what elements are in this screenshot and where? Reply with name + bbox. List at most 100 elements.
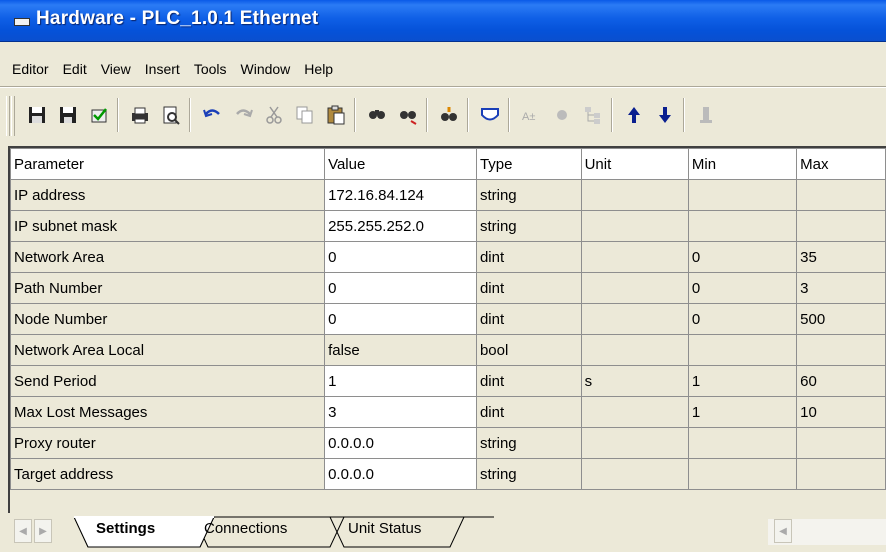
window-icon[interactable] [14, 18, 30, 26]
min-cell: 1 [687, 396, 798, 428]
tab-unit-status[interactable]: Unit Status [348, 520, 421, 537]
type-cell: dint [475, 396, 582, 428]
value-cell[interactable]: 1 [324, 365, 477, 397]
table-row: Network Area 0 dint 0 35 [10, 241, 886, 273]
unit-cell [580, 179, 689, 211]
max-cell: 10 [796, 396, 886, 428]
type-cell: dint [475, 303, 582, 335]
value-cell[interactable]: 255.255.252.0 [324, 210, 477, 242]
pin-button[interactable] [691, 100, 721, 130]
value-cell[interactable]: 172.16.84.124 [324, 179, 477, 211]
parameter-cell: Max Lost Messages [10, 396, 326, 428]
print-preview-icon [163, 106, 180, 125]
tree-button[interactable] [578, 100, 608, 130]
copy-button[interactable] [290, 100, 320, 130]
find-next-button[interactable] [434, 100, 464, 130]
min-cell [687, 458, 798, 490]
hscroll-left-button[interactable]: ◀ [774, 519, 792, 543]
save-button[interactable] [22, 100, 52, 130]
toolbar-separator [189, 98, 191, 132]
tab-scroll-right-button[interactable]: ▶ [34, 519, 52, 543]
tab-connections[interactable]: Connections [204, 520, 287, 537]
menu-edit[interactable]: Edit [56, 57, 94, 83]
table-row: IP address 172.16.84.124 string [10, 179, 886, 211]
cut-button[interactable] [259, 100, 289, 130]
parameter-cell: Network Area Local [10, 334, 326, 366]
menu-view[interactable]: View [94, 57, 138, 83]
parameter-cell: Target address [10, 458, 326, 490]
menu-help[interactable]: Help [297, 57, 340, 83]
value-cell[interactable]: 0.0.0.0 [324, 427, 477, 459]
toolbar-grip[interactable] [6, 96, 10, 136]
menu-insert[interactable]: Insert [138, 57, 187, 83]
dot-button[interactable] [547, 100, 577, 130]
table-row: IP subnet mask 255.255.252.0 string [10, 210, 886, 242]
grid-header-row: Parameter Value Type Unit Min Max [10, 148, 886, 180]
parameter-cell: Proxy router [10, 427, 326, 459]
parameter-cell: Path Number [10, 272, 326, 304]
menu-tools[interactable]: Tools [187, 57, 234, 83]
unit-cell [580, 427, 689, 459]
toolbar-grip-2[interactable] [11, 96, 15, 136]
type-cell: string [475, 427, 582, 459]
redo-button[interactable] [228, 100, 258, 130]
tab-scroll-left-button[interactable]: ◀ [14, 519, 32, 543]
find-next-icon [441, 107, 457, 121]
column-header-max[interactable]: Max [796, 148, 886, 180]
redo-icon [236, 109, 253, 118]
find-replace-icon [400, 111, 417, 125]
text-button[interactable]: A± [516, 100, 546, 130]
menu-bar: Editor Edit View Insert Tools Window Help [0, 57, 886, 83]
menu-divider [0, 86, 886, 88]
max-cell: 60 [796, 365, 886, 397]
parameter-cell: IP address [10, 179, 326, 211]
column-header-min[interactable]: Min [687, 148, 798, 180]
max-cell [796, 427, 886, 459]
print-icon [132, 107, 148, 124]
find-replace-button[interactable] [393, 100, 423, 130]
type-cell: dint [475, 365, 582, 397]
tab-settings[interactable]: Settings [96, 520, 155, 537]
type-cell: string [475, 458, 582, 490]
column-header-parameter[interactable]: Parameter [10, 148, 326, 180]
move-down-button[interactable] [650, 100, 680, 130]
column-header-unit[interactable]: Unit [580, 148, 689, 180]
parameter-grid: Parameter Value Type Unit Min Max IP address 17… [8, 146, 886, 548]
value-cell[interactable]: 3 [324, 396, 477, 428]
print-button[interactable] [125, 100, 155, 130]
parameter-cell: Send Period [10, 365, 326, 397]
max-cell: 35 [796, 241, 886, 273]
table-row: Max Lost Messages 3 dint 1 10 [10, 396, 886, 428]
copy-icon [296, 106, 313, 124]
move-up-button[interactable] [619, 100, 649, 130]
shield-button[interactable] [475, 100, 505, 130]
paste-icon [327, 105, 345, 125]
print-preview-button[interactable] [156, 100, 186, 130]
min-cell: 1 [687, 365, 798, 397]
table-row: Node Number 0 dint 0 500 [10, 303, 886, 335]
dot-icon [557, 110, 567, 120]
menu-editor[interactable]: Editor [0, 57, 56, 83]
parameter-cell: Node Number [10, 303, 326, 335]
value-cell[interactable]: 0 [324, 241, 477, 273]
value-cell[interactable]: 0.0.0.0 [324, 458, 477, 490]
paste-button[interactable] [321, 100, 351, 130]
min-cell: 0 [687, 303, 798, 335]
parameter-cell: Network Area [10, 241, 326, 273]
max-cell [796, 458, 886, 490]
window-title: Hardware - PLC_1.0.1 Ethernet [36, 8, 319, 29]
check-button[interactable] [84, 100, 114, 130]
find-button[interactable] [362, 100, 392, 130]
max-cell [796, 179, 886, 211]
toolbar-separator [467, 98, 469, 132]
column-header-type[interactable]: Type [475, 148, 582, 180]
value-cell[interactable]: 0 [324, 303, 477, 335]
min-cell: 0 [687, 241, 798, 273]
save-all-button[interactable] [53, 100, 83, 130]
type-cell: dint [475, 241, 582, 273]
tree-icon [585, 107, 600, 124]
menu-window[interactable]: Window [234, 57, 298, 83]
column-header-value[interactable]: Value [324, 148, 477, 180]
value-cell[interactable]: 0 [324, 272, 477, 304]
undo-button[interactable] [197, 100, 227, 130]
